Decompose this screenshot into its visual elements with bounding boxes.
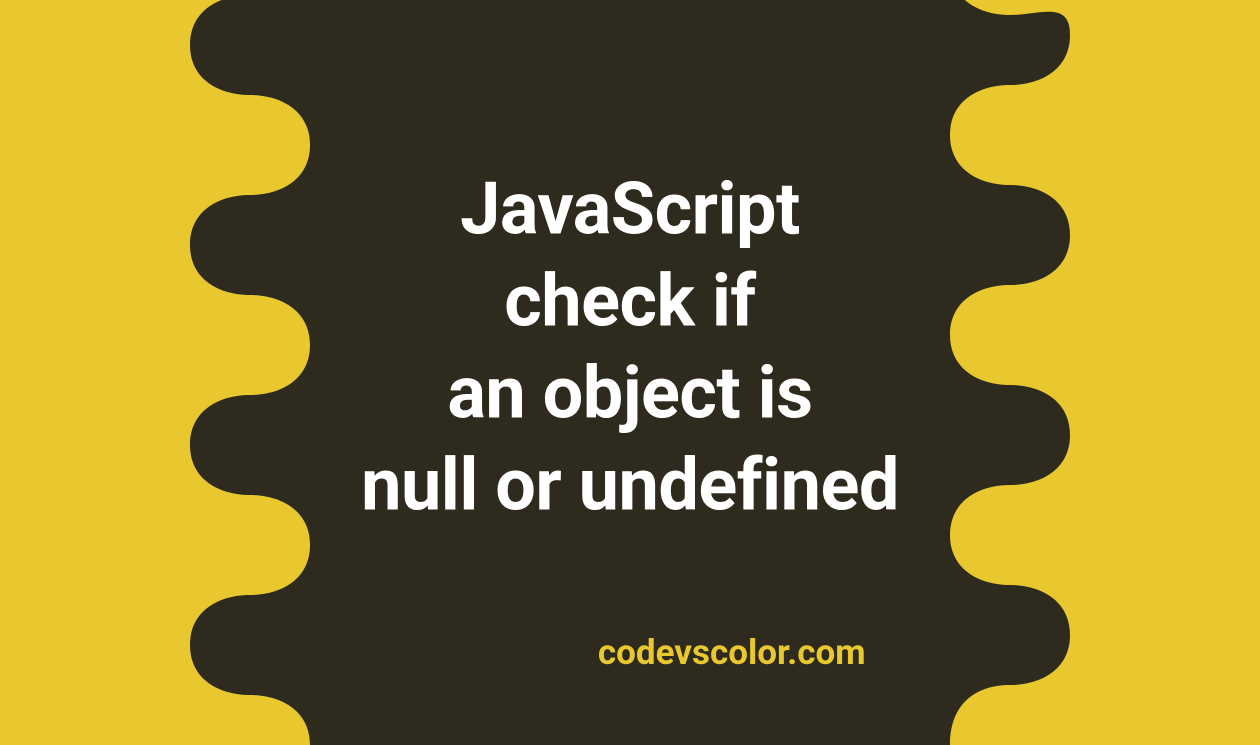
main-content: JavaScript check if an object is null or… xyxy=(0,163,1260,532)
title-line-1: JavaScript xyxy=(460,166,800,251)
title-line-4: null or undefined xyxy=(361,442,899,527)
title-line-3: an object is xyxy=(447,350,812,435)
page-title: JavaScript check if an object is null or… xyxy=(0,163,1260,532)
title-line-2: check if xyxy=(504,258,755,343)
site-attribution: codevscolor.com xyxy=(598,632,866,673)
